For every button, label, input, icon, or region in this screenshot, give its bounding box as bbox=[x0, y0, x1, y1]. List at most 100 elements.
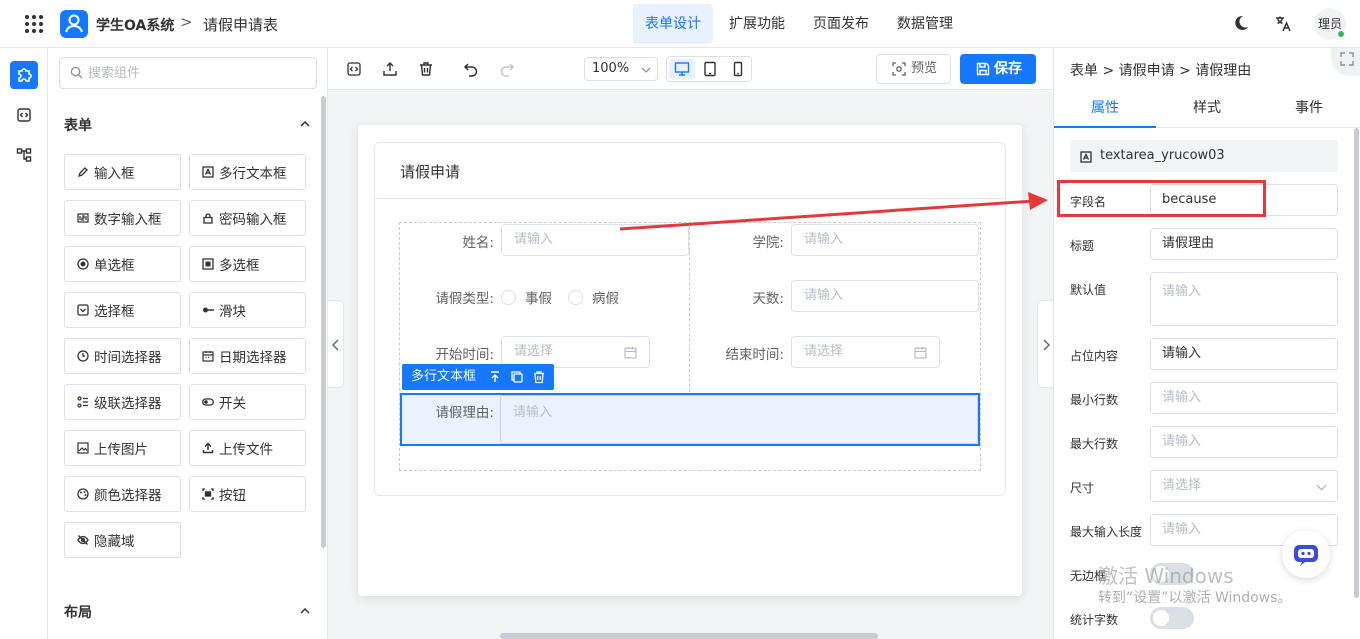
comp-time-picker[interactable]: 时间选择器 bbox=[64, 338, 181, 374]
comp-select[interactable]: 选择框 bbox=[64, 292, 181, 328]
top-nav: 表单设计 扩展功能 页面发布 数据管理 bbox=[633, 4, 969, 44]
default-value-textarea[interactable]: 请输入 bbox=[1150, 272, 1338, 326]
component-panel-scrollbar[interactable] bbox=[321, 96, 326, 548]
pencil-icon bbox=[77, 167, 88, 178]
size-select[interactable]: 请选择 bbox=[1150, 470, 1338, 502]
checkbox-icon bbox=[202, 258, 214, 270]
nav-page-publish[interactable]: 页面发布 bbox=[801, 4, 881, 44]
comp-color-picker[interactable]: 颜色选择器 bbox=[64, 476, 181, 512]
chat-assistant-button[interactable] bbox=[1282, 530, 1330, 578]
comp-textarea[interactable]: 多行文本框 bbox=[189, 154, 306, 190]
canvas-horizontal-scrollbar[interactable] bbox=[500, 633, 878, 639]
save-button[interactable]: 保存 bbox=[960, 54, 1036, 84]
chevron-right-icon bbox=[1043, 339, 1050, 351]
selected-component-label: 多行文本框 bbox=[411, 369, 477, 384]
copy-icon[interactable] bbox=[510, 370, 524, 384]
tab-style[interactable]: 样式 bbox=[1156, 88, 1258, 128]
rail-structure[interactable] bbox=[10, 141, 38, 169]
radio-sick-leave[interactable]: 病假 bbox=[568, 287, 619, 307]
device-tablet[interactable] bbox=[697, 59, 723, 79]
image-icon bbox=[77, 442, 89, 454]
icon-rail bbox=[0, 48, 48, 639]
delete-icon[interactable] bbox=[418, 61, 434, 77]
zoom-select[interactable]: 100% bbox=[584, 57, 658, 81]
nav-extensions[interactable]: 扩展功能 bbox=[717, 4, 797, 44]
tab-events[interactable]: 事件 bbox=[1258, 88, 1360, 128]
start-time-label: 开始时间: bbox=[435, 347, 494, 363]
language-icon[interactable] bbox=[1274, 15, 1292, 33]
device-desktop[interactable] bbox=[669, 59, 695, 79]
max-rows-input[interactable]: 请输入 bbox=[1150, 426, 1338, 458]
min-rows-input[interactable]: 请输入 bbox=[1150, 382, 1338, 414]
college-input[interactable]: 请输入 bbox=[791, 224, 979, 256]
zoom-value: 100% bbox=[592, 61, 630, 76]
size-label: 尺寸 bbox=[1070, 481, 1095, 495]
top-bar: 学生OA系统 > 请假申请表 表单设计 扩展功能 页面发布 数据管理 理员 bbox=[0, 0, 1360, 48]
avatar-text: 理员 bbox=[1317, 17, 1342, 31]
chevron-left-icon bbox=[332, 339, 339, 351]
radio-personal-leave[interactable]: 事假 bbox=[501, 287, 552, 307]
property-panel-scrollbar[interactable] bbox=[1354, 128, 1359, 598]
name-input[interactable]: 请输入 bbox=[501, 224, 689, 256]
preview-button[interactable]: 预览 bbox=[876, 54, 951, 84]
export-icon[interactable] bbox=[382, 61, 398, 77]
default-value-label: 默认值 bbox=[1070, 283, 1107, 297]
chevron-up-icon[interactable] bbox=[299, 605, 311, 617]
tab-properties[interactable]: 属性 bbox=[1054, 88, 1156, 128]
save-label: 保存 bbox=[994, 61, 1022, 77]
comp-radio[interactable]: 单选框 bbox=[64, 246, 181, 282]
delete-icon[interactable] bbox=[532, 370, 546, 384]
puzzle-icon bbox=[18, 68, 32, 82]
word-count-switch[interactable] bbox=[1150, 607, 1194, 629]
chevron-down-icon bbox=[641, 67, 651, 73]
comp-upload-image[interactable]: 上传图片 bbox=[64, 430, 181, 466]
days-input[interactable]: 请输入 bbox=[791, 280, 979, 312]
code-view-icon[interactable] bbox=[346, 61, 362, 77]
comp-checkbox[interactable]: 多选框 bbox=[189, 246, 306, 282]
device-mobile[interactable] bbox=[725, 59, 751, 79]
reason-textarea[interactable]: 请输入 bbox=[500, 395, 978, 444]
comp-cascader[interactable]: 级联选择器 bbox=[64, 384, 181, 420]
college-label: 学院: bbox=[752, 235, 784, 251]
placeholder-input[interactable]: 请输入 bbox=[1150, 338, 1338, 370]
section-layout-title: 布局 bbox=[64, 605, 92, 621]
move-up-icon[interactable] bbox=[488, 370, 502, 384]
title-input[interactable]: 请假理由 bbox=[1150, 228, 1338, 260]
end-date-picker[interactable]: 请选择 bbox=[791, 336, 940, 368]
rail-code[interactable] bbox=[10, 101, 38, 129]
component-search-input[interactable] bbox=[88, 64, 308, 82]
comp-button[interactable]: 按钮 bbox=[189, 476, 306, 512]
collapse-left-panel[interactable] bbox=[328, 300, 344, 388]
switch-icon bbox=[202, 398, 214, 406]
fullscreen-button[interactable] bbox=[1331, 48, 1360, 76]
collapse-right-panel[interactable] bbox=[1037, 300, 1053, 388]
title-label: 标题 bbox=[1070, 239, 1095, 253]
comp-input[interactable]: 输入框 bbox=[64, 154, 181, 190]
radio-icon bbox=[77, 258, 89, 270]
desktop-icon bbox=[674, 62, 690, 76]
nav-data-management[interactable]: 数据管理 bbox=[885, 4, 965, 44]
dark-mode-icon[interactable] bbox=[1233, 15, 1249, 31]
tree-icon bbox=[16, 148, 32, 162]
user-avatar[interactable]: 理员 bbox=[1314, 8, 1346, 40]
search-icon bbox=[70, 66, 83, 79]
rail-components[interactable] bbox=[10, 61, 38, 89]
robot-icon bbox=[1294, 545, 1318, 566]
comp-password[interactable]: 密码输入框 bbox=[189, 200, 306, 236]
chevron-up-icon[interactable] bbox=[299, 118, 311, 130]
activation-watermark-title: 激活 Windows bbox=[1098, 564, 1234, 588]
apps-grid-icon[interactable] bbox=[24, 14, 44, 34]
comp-date-picker[interactable]: 日期选择器 bbox=[189, 338, 306, 374]
canvas-toolbar: 100% 预览 保存 bbox=[328, 48, 1053, 90]
nav-form-design[interactable]: 表单设计 bbox=[633, 4, 713, 44]
component-search[interactable] bbox=[59, 57, 317, 89]
upload-icon bbox=[202, 442, 214, 454]
comp-upload-file[interactable]: 上传文件 bbox=[189, 430, 306, 466]
comp-slider[interactable]: 滑块 bbox=[189, 292, 306, 328]
redo-icon[interactable] bbox=[499, 61, 515, 77]
textarea-icon bbox=[1080, 151, 1092, 163]
comp-hidden-field[interactable]: 隐藏域 bbox=[64, 522, 181, 558]
undo-icon[interactable] bbox=[463, 61, 479, 77]
comp-switch[interactable]: 开关 bbox=[189, 384, 306, 420]
comp-number-input[interactable]: 数字输入框 bbox=[64, 200, 181, 236]
